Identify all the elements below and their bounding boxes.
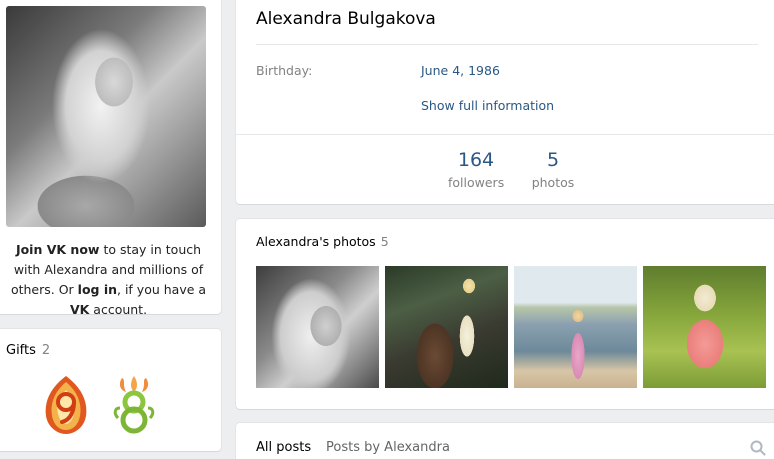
gifts-card: Gifts 2 bbox=[0, 329, 221, 451]
photos-count: 5 bbox=[546, 149, 560, 171]
photos-header[interactable]: Alexandra's photos 5 bbox=[256, 234, 389, 249]
photos-card: Alexandra's photos 5 bbox=[236, 219, 774, 409]
vk-brand-text: VK bbox=[69, 302, 90, 317]
birthday-value[interactable]: June 4, 1986 bbox=[421, 63, 500, 78]
show-full-info-link[interactable]: Show full information bbox=[421, 98, 554, 113]
birthday-label: Birthday: bbox=[256, 63, 313, 78]
gift-9-icon[interactable] bbox=[40, 374, 92, 436]
photos-counter[interactable]: 5 photos bbox=[528, 149, 578, 190]
posts-card: All posts Posts by Alexandra bbox=[236, 423, 774, 459]
login-link[interactable]: log in bbox=[78, 282, 117, 297]
profile-info-card: Alexandra Bulgakova Birthday: June 4, 19… bbox=[236, 0, 774, 204]
photo-thumbnail[interactable] bbox=[385, 266, 508, 388]
photos-label: photos bbox=[531, 175, 575, 190]
followers-count: 164 bbox=[457, 149, 495, 171]
followers-counter[interactable]: 164 photos followers bbox=[448, 149, 504, 190]
photo-thumbnail[interactable] bbox=[643, 266, 766, 388]
photo-thumbnail[interactable] bbox=[256, 266, 379, 388]
tab-all-posts[interactable]: All posts bbox=[256, 440, 311, 455]
gifts-header[interactable]: Gifts 2 bbox=[6, 343, 50, 358]
photo-thumbnail[interactable] bbox=[514, 266, 637, 388]
gift-8-icon[interactable] bbox=[108, 374, 160, 436]
profile-avatar[interactable] bbox=[6, 6, 206, 227]
join-prompt: Join VK now to stay in touch with Alexan… bbox=[10, 242, 207, 317]
profile-name: Alexandra Bulgakova bbox=[256, 9, 436, 29]
join-vk-link[interactable]: Join VK now bbox=[16, 242, 100, 257]
tab-posts-by-owner[interactable]: Posts by Alexandra bbox=[326, 440, 450, 455]
gifts-count: 2 bbox=[41, 343, 51, 358]
name-divider bbox=[256, 44, 758, 45]
counters-divider bbox=[236, 134, 774, 135]
search-icon[interactable] bbox=[750, 440, 766, 456]
profile-card: Join VK now to stay in touch with Alexan… bbox=[0, 0, 221, 317]
photos-header-count: 5 bbox=[380, 234, 389, 249]
followers-label-text: followers bbox=[448, 175, 505, 190]
